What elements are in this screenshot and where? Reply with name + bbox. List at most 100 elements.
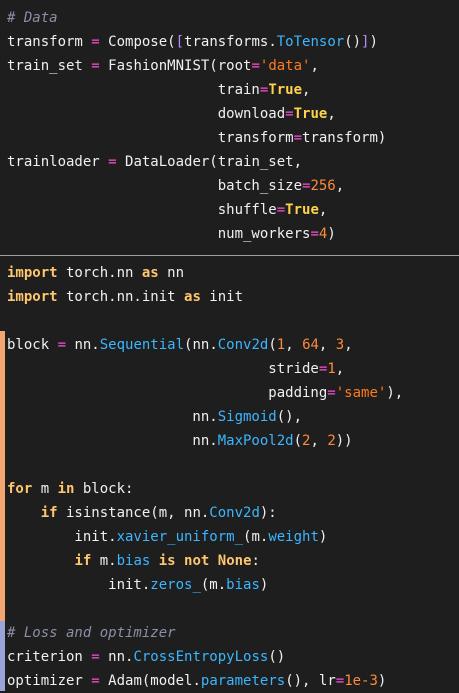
- code-token-kw: as: [184, 289, 201, 305]
- code-token-op: =: [310, 226, 319, 242]
- code-token-call: zeros_: [150, 577, 201, 593]
- code-token-text: batch_size: [7, 178, 303, 194]
- code-token-text: ): [318, 529, 328, 545]
- code-token-text: ,: [310, 58, 319, 74]
- code-token-text: trainloader: [7, 154, 109, 170]
- code-token-text: ,: [318, 202, 328, 218]
- code-line: train=True,: [7, 78, 311, 102]
- code-token-num: 3: [335, 337, 345, 353]
- code-line: for m in block:: [7, 477, 133, 501]
- code-token-kw: if: [74, 553, 92, 569]
- code-line: num_workers=4): [7, 222, 336, 246]
- code-token-text: (m.: [243, 529, 269, 545]
- code-token-text: init.: [7, 577, 151, 593]
- code-token-kw: is: [158, 553, 176, 569]
- code-token-text: m: [32, 481, 58, 497]
- code-token-text: download: [7, 106, 286, 122]
- code-token-text: torch.nn.init: [57, 289, 185, 305]
- code-token-kw: for: [7, 481, 33, 497]
- code-token-op: =: [285, 106, 294, 122]
- code-token-text: ,: [344, 337, 353, 353]
- code-token-text: criterion: [7, 649, 92, 665]
- code-token-op: =: [251, 58, 260, 74]
- data-loading-code-panel: # Data transform = Compose([transforms.To…: [0, 0, 459, 256]
- code-token-text: transforms.: [184, 34, 277, 50]
- gutter-marker-blue: [0, 621, 5, 691]
- code-line: nn.MaxPool2d(2, 2)): [7, 429, 353, 453]
- code-token-num: 1: [327, 361, 336, 377]
- code-token-call: CrossEntropyLoss: [133, 649, 269, 665]
- code-token-text: m.: [91, 553, 117, 569]
- code-token-kw: import: [7, 289, 58, 305]
- code-token-op: =: [293, 130, 303, 146]
- code-line: if m.bias is not None:: [7, 549, 260, 573]
- code-line: import torch.nn.init as init: [7, 285, 243, 309]
- code-token-call: Sequential: [99, 337, 185, 353]
- gutter-marker-orange: [0, 331, 5, 621]
- code-token-comment: # Loss and optimizer: [7, 625, 176, 641]
- code-token-call: xavier_uniform_: [116, 529, 244, 545]
- code-token-text: ):: [259, 505, 277, 521]
- code-token-kw: not: [184, 553, 210, 569]
- code-token-text: num_workers: [7, 226, 311, 242]
- code-token-text: block:: [74, 481, 134, 497]
- code-line: optimizer = Adam(model.parameters(), lr=…: [7, 669, 386, 693]
- code-line: block = nn.Sequential(nn.Conv2d(1, 64, 3…: [7, 333, 353, 357]
- code-token-op: =: [91, 58, 100, 74]
- code-token-text: ): [259, 577, 269, 593]
- code-token-call: bias: [226, 577, 260, 593]
- code-token-op: =: [91, 34, 100, 50]
- code-token-num: 2: [327, 433, 336, 449]
- code-token-num: 1: [276, 337, 286, 353]
- code-token-call: Conv2d: [209, 505, 260, 521]
- code-line: init.zeros_(m.bias): [7, 573, 268, 597]
- code-line: if isinstance(m, nn.Conv2d):: [7, 501, 277, 525]
- code-token-num: 256: [310, 178, 336, 194]
- code-token-call: MaxPool2d: [217, 433, 294, 449]
- code-line: train_set = FashionMNIST(root='data',: [7, 54, 319, 78]
- code-token-op: =: [276, 202, 286, 218]
- code-line: nn.Sigmoid(),: [7, 405, 302, 429]
- code-token-text: ): [369, 34, 378, 50]
- code-token-text: FashionMNIST(root: [99, 58, 252, 74]
- code-token-text: (: [268, 337, 277, 353]
- code-token-text: ,: [335, 361, 345, 377]
- code-line: batch_size=256,: [7, 174, 344, 198]
- code-token-call: bias: [116, 553, 151, 569]
- code-token-text: ,: [335, 178, 345, 194]
- code-token-text: (),: [276, 409, 303, 425]
- code-token-text: ): [377, 673, 387, 689]
- code-token-text: block: [7, 337, 58, 353]
- code-token-kw: import: [7, 265, 58, 281]
- code-token-bool: True: [285, 202, 319, 218]
- code-line: # Loss and optimizer: [7, 621, 176, 645]
- code-line: shuffle=True,: [7, 198, 328, 222]
- code-token-op: =: [57, 337, 67, 353]
- code-token-text: Adam(model.: [99, 673, 201, 689]
- code-line: stride=1,: [7, 357, 344, 381]
- code-token-text: init: [200, 289, 244, 305]
- code-token-kw: if: [40, 505, 58, 521]
- code-token-text: (): [344, 34, 362, 50]
- code-token-str: 'data': [259, 58, 311, 74]
- code-token-text: nn.: [7, 433, 218, 449]
- code-line: criterion = nn.CrossEntropyLoss(): [7, 645, 285, 669]
- code-token-op: =: [327, 385, 336, 401]
- code-token-bool: True: [293, 106, 328, 122]
- code-token-text: ): [327, 226, 336, 242]
- code-token-text: optimizer: [7, 673, 92, 689]
- code-token-bool: True: [268, 82, 303, 98]
- code-token-text: nn: [158, 265, 185, 281]
- code-token-text: (): [268, 649, 286, 665]
- code-token-text: init.: [7, 529, 117, 545]
- code-line: transform = Compose([transforms.ToTensor…: [7, 30, 378, 54]
- code-token-num: 1e-3: [344, 673, 378, 689]
- code-line: init.xavier_uniform_(m.weight): [7, 525, 327, 549]
- code-token-text: )): [335, 433, 353, 449]
- code-token-text: shuffle: [7, 202, 277, 218]
- code-token-call: weight: [268, 529, 319, 545]
- model-code-panel: import torch.nn as nn import torch.nn.ini…: [0, 256, 459, 691]
- code-token-text: ,: [285, 337, 303, 353]
